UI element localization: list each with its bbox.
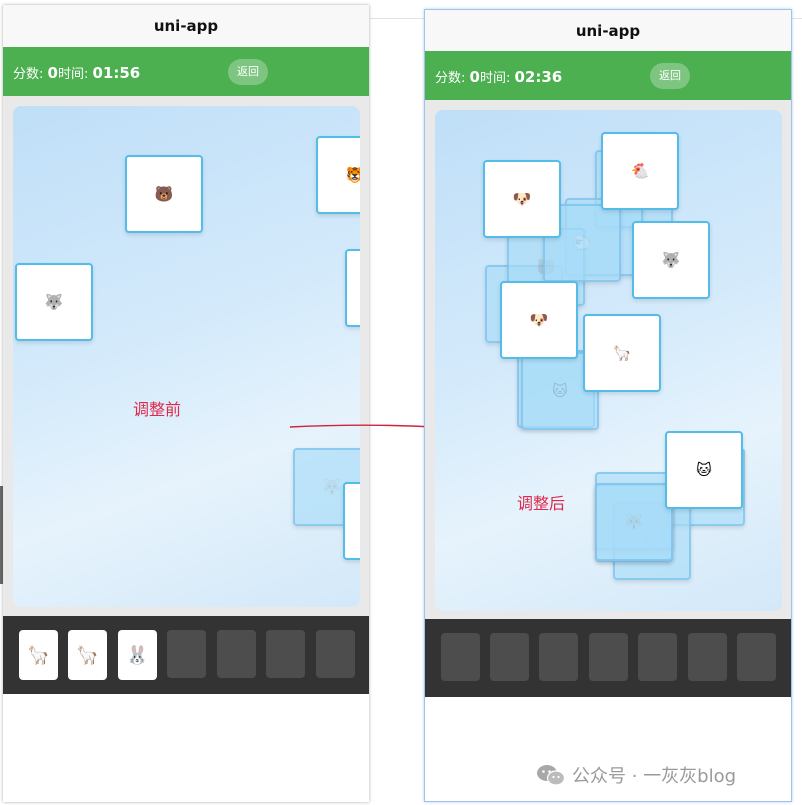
dog-icon: 🐶: [529, 311, 549, 329]
board-tile[interactable]: 🐶: [500, 281, 578, 359]
time-label: 时间:: [57, 67, 89, 82]
score-value: 0: [47, 64, 58, 82]
back-button[interactable]: 返回: [650, 63, 690, 89]
tray-slot-empty: [737, 633, 776, 681]
score-time-display: 分数: 0时间: 02:36: [435, 67, 562, 86]
chicken-icon: 🐔: [630, 162, 650, 180]
rabbit-icon: 🐰: [126, 644, 149, 666]
annotation-after: 调整后: [517, 494, 566, 513]
game-header: 分数: 0时间: 01:56 返回: [3, 47, 369, 96]
watermark: 公众号 · 一灰灰blog: [536, 762, 736, 788]
board-tile[interactable]: 🐔: [601, 132, 679, 210]
llama-icon: 🦙: [612, 344, 632, 362]
tray-slot-empty: [638, 633, 677, 681]
tray-slot: 🐰: [118, 630, 157, 680]
board-tile[interactable]: 🐺: [632, 221, 710, 299]
score-label: 分数:: [13, 67, 44, 82]
tray-slot: 🦙: [68, 630, 107, 680]
board-tile[interactable]: 🐱: [665, 431, 743, 509]
cat-icon: 🐱: [696, 461, 712, 479]
time-value: 01:56: [92, 64, 141, 82]
tray-slot-empty: [167, 630, 206, 678]
watermark-text: 公众号 · 一灰灰blog: [572, 766, 737, 787]
tray-slot-empty: [589, 633, 628, 681]
score-label: 分数:: [435, 71, 466, 86]
board-tile-covered: 🐺: [595, 483, 673, 561]
llama-icon: 🦙: [27, 644, 50, 666]
tray-slot-empty: [539, 633, 578, 681]
tile-tray: [425, 619, 791, 697]
bear-icon: 🐻: [154, 185, 174, 203]
tile-tray: 🦙 🦙 🐰: [3, 616, 369, 694]
wolf-icon: 🐺: [44, 293, 64, 311]
tray-slot-empty: [266, 630, 305, 678]
board-tile[interactable]: 🐻: [125, 155, 203, 233]
wolf-icon: 🐺: [624, 513, 644, 531]
cat-icon: 🐱: [552, 382, 568, 400]
tiger-icon: 🐯: [345, 166, 360, 184]
score-value: 0: [469, 68, 480, 86]
back-button[interactable]: 返回: [228, 59, 268, 85]
board-tile[interactable]: 🐶: [483, 160, 561, 238]
dog-icon: 🐶: [512, 190, 532, 208]
wechat-icon: [537, 765, 566, 786]
game-board: 🐻 🐑 🐱 🐰 🐶 🐺 🐔 🐶 🐺 🐶 🦙 🐱 调整后: [435, 110, 782, 611]
tray-slot-empty: [441, 633, 480, 681]
game-board: 🐻 🐯 🐺 🐺 调整前: [13, 106, 360, 607]
time-value: 02:36: [514, 68, 563, 86]
game-area: 🐻 🐑 🐱 🐰 🐶 🐺 🐔 🐶 🐺 🐶 🦙 🐱 调整后: [425, 100, 791, 620]
tray-slot-empty: [490, 633, 529, 681]
tray-slot: 🦙: [19, 630, 58, 680]
board-tile[interactable]: 🦙: [583, 314, 661, 392]
score-time-display: 分数: 0时间: 01:56: [13, 63, 140, 82]
tray-slot-empty: [217, 630, 256, 678]
wolf-icon: 🐺: [322, 478, 342, 496]
board-tile[interactable]: 🐯: [316, 136, 360, 214]
phone-after: uni-app 分数: 0时间: 02:36 返回 🐻 🐑 🐱 🐰 🐶: [424, 9, 792, 802]
nav-title: uni-app: [425, 10, 791, 51]
annotation-before: 调整前: [133, 400, 182, 419]
comparison-screenshot: uni-app 分数: 0时间: 01:56 返回 🐻 🐯 🐺 🐺 调整前 🦙 …: [0, 0, 802, 805]
time-label: 时间:: [479, 71, 511, 86]
board-tile[interactable]: [343, 482, 360, 560]
game-header: 分数: 0时间: 02:36 返回: [425, 51, 791, 100]
nav-title: uni-app: [3, 5, 369, 47]
board-tile[interactable]: 🐺: [15, 263, 93, 341]
wolf-icon: 🐺: [661, 251, 681, 269]
tray-slot-empty: [316, 630, 355, 678]
llama-icon: 🦙: [76, 644, 99, 666]
game-area: 🐻 🐯 🐺 🐺 调整前: [3, 96, 369, 616]
board-tile[interactable]: [345, 249, 360, 327]
sheep-icon: 🐑: [572, 234, 592, 252]
tray-slot-empty: [688, 633, 727, 681]
